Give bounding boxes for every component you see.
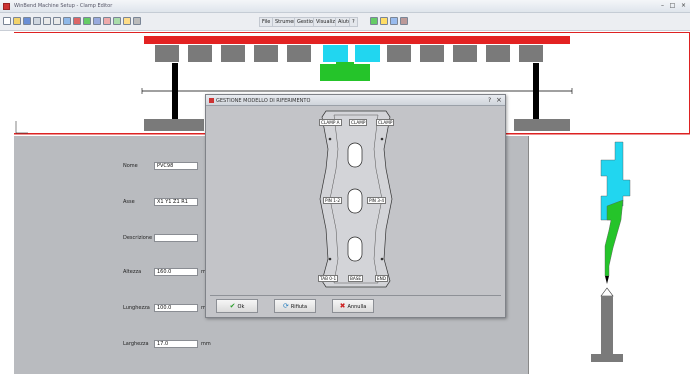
label-mid-left[interactable]: PIN 1-2 — [323, 197, 343, 204]
minimize-button[interactable]: – — [658, 2, 667, 10]
refuse-button-label: Rifiuta — [290, 304, 308, 310]
tool-profile-view — [528, 136, 690, 374]
export-icon[interactable] — [390, 17, 398, 25]
help-icon[interactable] — [133, 17, 141, 25]
die-body — [601, 296, 613, 356]
save-icon[interactable] — [23, 17, 31, 25]
field-label-name: Nome — [123, 163, 138, 169]
maximize-button[interactable]: □ — [668, 2, 677, 10]
lower-bed-left — [144, 119, 204, 131]
window-title: WinBend Machine Setup - Clamp Editor — [14, 3, 113, 9]
print-icon[interactable] — [33, 17, 41, 25]
field-width[interactable]: 17.0 — [154, 340, 198, 348]
clamp-9[interactable] — [486, 45, 510, 62]
unit-width: mm — [201, 341, 211, 347]
lower-bed-right — [514, 119, 570, 131]
field-height[interactable]: 160.0 — [154, 268, 198, 276]
cancel-icon: ✖ — [339, 302, 346, 310]
clamp-2[interactable] — [188, 45, 212, 62]
profile-drawing — [591, 141, 631, 362]
open-folder-icon[interactable] — [13, 17, 21, 25]
app-icon — [3, 3, 10, 10]
toolbar: File Strumenti Gestione Visualizza Aiuto… — [0, 13, 690, 31]
menu-question[interactable]: ? — [349, 17, 358, 27]
label-mid-right[interactable]: PIN 3-4 — [367, 197, 387, 204]
punch-profile — [604, 199, 624, 277]
cut-icon[interactable] — [43, 17, 51, 25]
reference-model-dialog: GESTIONE MODELLO DI RIFERIMENTO ? × CLAM… — [205, 94, 506, 318]
field-label-height: Altezza — [123, 269, 142, 275]
die-base — [591, 354, 623, 362]
field-label-width: Larghezza — [123, 341, 149, 347]
field-label-description: Descrizione — [123, 235, 153, 241]
delete-icon[interactable] — [73, 17, 81, 25]
copy-icon[interactable] — [53, 17, 61, 25]
tool-icon[interactable] — [103, 17, 111, 25]
die-v-opening — [600, 287, 614, 297]
clamp-10[interactable] — [519, 45, 543, 62]
hole-3 — [328, 257, 332, 261]
cancel-button-label: Annulla — [347, 304, 367, 310]
slot-top — [347, 142, 363, 168]
check-icon: ✔ — [229, 302, 236, 310]
new-file-icon[interactable] — [3, 17, 11, 25]
label-top-center[interactable]: CLAMP — [349, 119, 368, 126]
label-bottom-center[interactable]: BASE — [348, 275, 364, 282]
field-length[interactable]: 100.0 — [154, 304, 198, 312]
tool-green[interactable] — [320, 64, 370, 81]
dialog-title: GESTIONE MODELLO DI RIFERIMENTO — [216, 98, 311, 104]
hole-2 — [380, 137, 384, 141]
refuse-button[interactable]: ⟳ Rifiuta — [274, 299, 316, 313]
clamp-selected-right[interactable] — [355, 45, 380, 62]
dialog-app-icon — [209, 98, 214, 103]
slot-middle — [347, 188, 363, 214]
ok-button[interactable]: ✔ Ok — [216, 299, 258, 313]
punch-tip — [605, 276, 609, 284]
clamp-4[interactable] — [254, 45, 278, 62]
dialog-separator — [210, 295, 501, 296]
clamp-1[interactable] — [155, 45, 179, 62]
clamp-selected-left[interactable] — [323, 45, 348, 62]
report-icon[interactable] — [400, 17, 408, 25]
lightbulb-icon[interactable] — [380, 17, 388, 25]
clamp-8[interactable] — [453, 45, 477, 62]
upper-beam — [144, 36, 570, 44]
clamp-5[interactable] — [287, 45, 311, 62]
label-bottom-left[interactable]: TAB 0-1 — [318, 275, 339, 282]
clamp-6[interactable] — [387, 45, 411, 62]
field-label-length: Lunghezza — [123, 305, 150, 311]
field-description[interactable] — [154, 234, 198, 242]
add-icon[interactable] — [83, 17, 91, 25]
field-axis[interactable]: X1 Y1 Z1 R1 — [154, 198, 198, 206]
cancel-button[interactable]: ✖ Annulla — [332, 299, 374, 313]
slot-bottom — [347, 236, 363, 262]
refresh-icon: ⟳ — [282, 302, 289, 310]
hole-1 — [328, 137, 332, 141]
clamp-7[interactable] — [420, 45, 444, 62]
clamp-3[interactable] — [221, 45, 245, 62]
dialog-help-button[interactable]: ? — [488, 97, 491, 104]
label-top-left[interactable]: CLAMP A — [319, 119, 342, 126]
info-icon[interactable] — [123, 17, 131, 25]
tool-green-top — [336, 62, 354, 65]
field-label-axis: Asse — [123, 199, 135, 205]
label-top-right[interactable]: CLAMP — [376, 119, 395, 126]
close-button[interactable]: × — [679, 2, 688, 10]
ok-button-label: Ok — [237, 304, 245, 310]
field-name[interactable]: PVC98 — [154, 162, 198, 170]
paste-icon[interactable] — [63, 17, 71, 25]
dialog-titlebar: GESTIONE MODELLO DI RIFERIMENTO ? × — [206, 95, 505, 106]
label-bottom-right[interactable]: END — [375, 275, 389, 282]
run-icon[interactable] — [370, 17, 378, 25]
settings-icon[interactable] — [113, 17, 121, 25]
zoom-icon[interactable] — [93, 17, 101, 25]
window-titlebar: WinBend Machine Setup - Clamp Editor – □… — [0, 0, 690, 13]
hole-4 — [380, 257, 384, 261]
dialog-close-button[interactable]: × — [496, 96, 502, 104]
